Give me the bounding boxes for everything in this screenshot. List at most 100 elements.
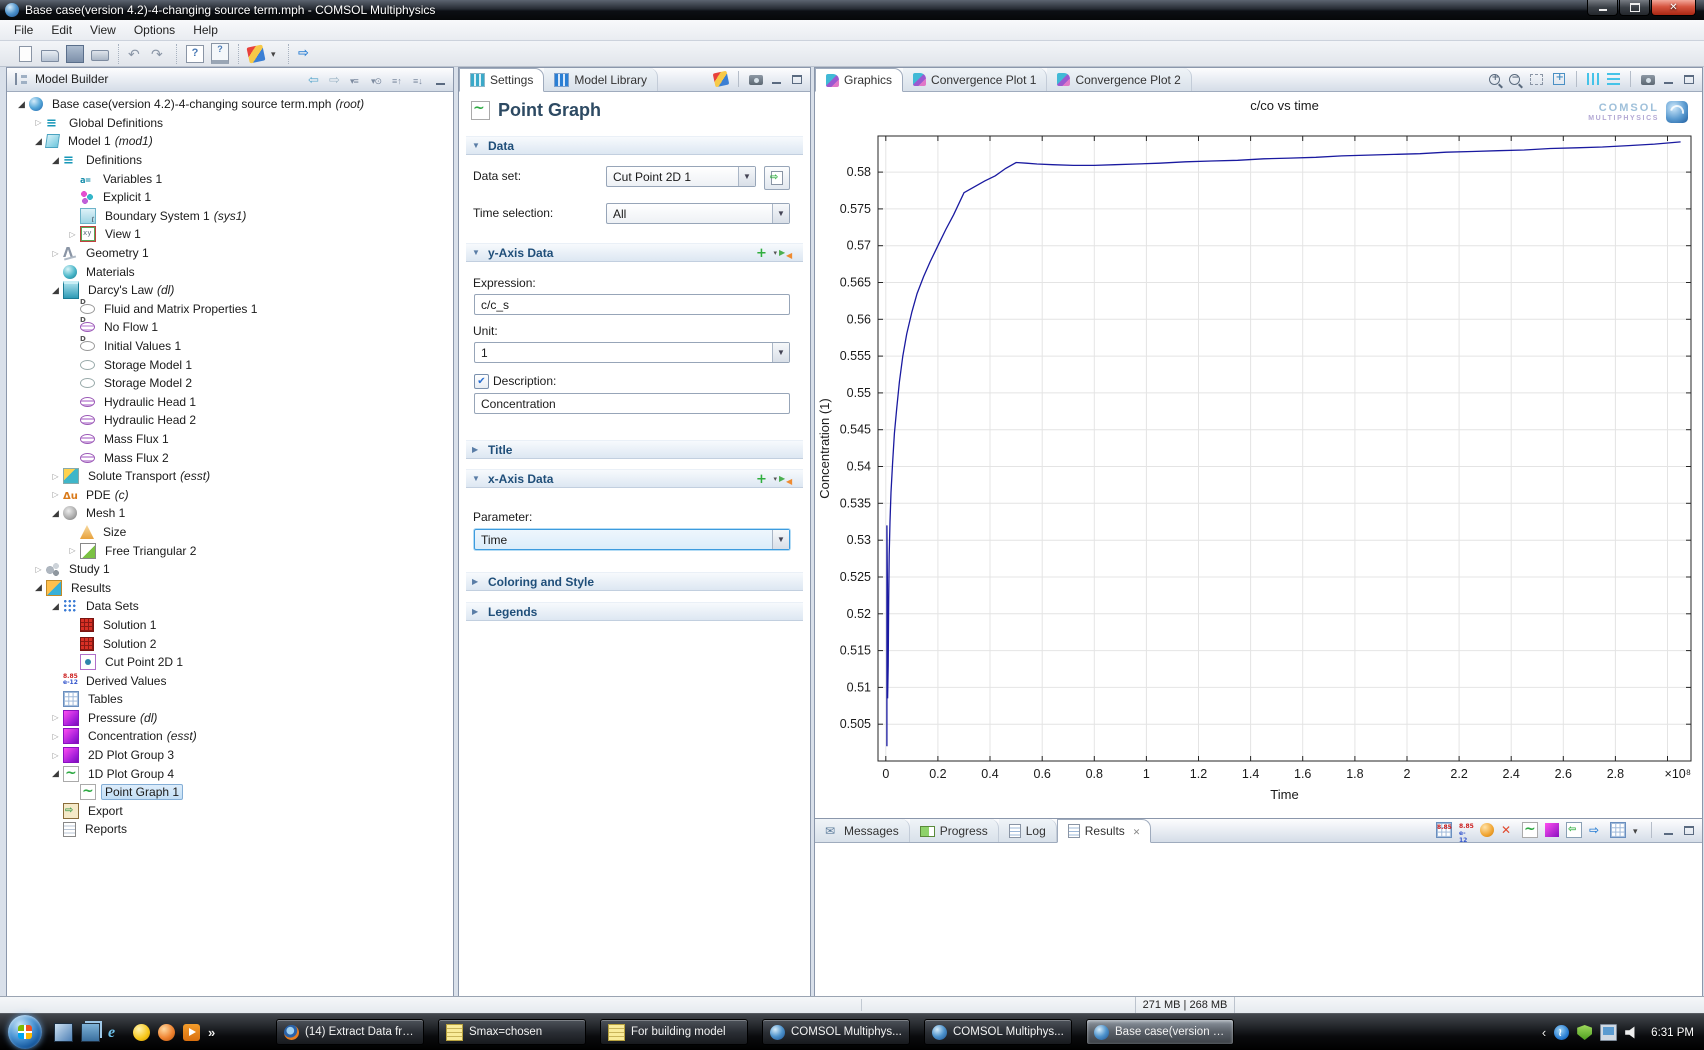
close-button[interactable] — [1651, 0, 1696, 16]
section-x-axis[interactable]: ▼ x-Axis Data — [466, 469, 803, 488]
tree-row[interactable]: Cut Point 2D 1 — [7, 653, 453, 672]
model-builder-tab[interactable]: Model Builder — [7, 67, 120, 91]
add-expression-icon[interactable] — [756, 472, 770, 486]
show-desktop-icon[interactable] — [54, 1023, 73, 1042]
expanded-expander-icon[interactable]: ◢ — [49, 508, 62, 519]
back-icon[interactable] — [308, 73, 322, 87]
clear-icon[interactable] — [1501, 823, 1515, 837]
tree-row[interactable]: ◢Model 1(mod1) — [7, 132, 453, 151]
zoom-extents-icon[interactable] — [1553, 73, 1565, 85]
tree-row[interactable]: Reports — [7, 820, 453, 839]
print-icon[interactable] — [91, 50, 109, 61]
media-player-icon[interactable] — [183, 1024, 200, 1041]
tree-row[interactable]: ▷Geometry 1 — [7, 244, 453, 263]
warning-icon[interactable] — [1480, 823, 1494, 837]
chevron-down-icon[interactable]: ▼ — [772, 343, 789, 362]
expanded-expander-icon[interactable]: ◢ — [49, 285, 62, 296]
expand-all-icon[interactable] — [392, 73, 406, 87]
open-icon[interactable] — [41, 50, 59, 62]
collapsed-expander-icon[interactable]: ▷ — [32, 118, 45, 127]
tree-row[interactable]: ▷Solute Transport(esst) — [7, 467, 453, 486]
tree-row[interactable]: Mass Flux 2 — [7, 448, 453, 467]
taskbar-button[interactable]: For building model — [600, 1019, 748, 1045]
tree-row[interactable]: Mass Flux 1 — [7, 430, 453, 449]
tree-row[interactable]: Solution 2 — [7, 634, 453, 653]
tree-row[interactable]: ▷Free Triangular 2 — [7, 541, 453, 560]
tab-convergence-plot-2[interactable]: Convergence Plot 2 — [1047, 68, 1191, 91]
expanded-expander-icon[interactable]: ◢ — [32, 582, 45, 593]
menu-edit[interactable]: Edit — [42, 21, 81, 39]
description-checkbox[interactable] — [474, 374, 489, 389]
taskbar-button[interactable]: (14) Extract Data fro... — [276, 1019, 424, 1045]
tree-row[interactable]: Fluid and Matrix Properties 1 — [7, 300, 453, 319]
collapsed-expander-icon[interactable]: ▷ — [49, 249, 62, 258]
tree-row[interactable]: ◢Definitions — [7, 151, 453, 170]
plot-curve-icon[interactable] — [1522, 822, 1538, 838]
tree-row[interactable]: ▷Pressure(dl) — [7, 709, 453, 728]
plot-surface-icon[interactable] — [1545, 823, 1559, 837]
overflow-chevron-icon[interactable]: » — [208, 1025, 215, 1040]
snapshot-icon[interactable] — [749, 75, 763, 85]
tab-settings[interactable]: Settings — [459, 68, 544, 92]
tree-row[interactable]: Initial Values 1 — [7, 337, 453, 356]
add-expression-icon[interactable] — [756, 246, 770, 260]
section-coloring[interactable]: ▶ Coloring and Style — [466, 572, 803, 591]
browser-ball-icon[interactable] — [158, 1024, 175, 1041]
chevron-down-icon[interactable]: ▼ — [772, 530, 789, 549]
tree-row[interactable]: ◢Data Sets — [7, 597, 453, 616]
table-grid-icon[interactable] — [1610, 822, 1626, 838]
tree-row[interactable]: ◢Results — [7, 578, 453, 597]
minimize-button[interactable] — [1587, 0, 1618, 16]
tree-row[interactable]: ▷Global Definitions — [7, 114, 453, 133]
new-icon[interactable] — [19, 46, 32, 62]
minimize-panel-icon[interactable] — [772, 74, 781, 84]
collapsed-expander-icon[interactable]: ▷ — [49, 713, 62, 722]
collapsed-expander-icon[interactable]: ▷ — [49, 732, 62, 741]
tree-row[interactable]: ◢Darcy's Law(dl) — [7, 281, 453, 300]
tree-row[interactable]: Hydraulic Head 2 — [7, 411, 453, 430]
tab-messages[interactable]: Messages — [815, 819, 910, 842]
expression-input[interactable]: c/c_s — [474, 294, 790, 315]
show-hide-icon[interactable] — [371, 73, 385, 87]
replace-expression-icon[interactable] — [779, 246, 797, 260]
zoom-in-icon[interactable] — [1489, 74, 1500, 85]
chevron-down-icon[interactable]: ▼ — [772, 204, 789, 223]
snapshot-icon[interactable] — [1641, 75, 1655, 85]
collapsed-expander-icon[interactable]: ▷ — [32, 565, 45, 574]
collapsed-expander-icon[interactable]: ▷ — [49, 472, 62, 481]
tree-row[interactable]: Derived Values — [7, 671, 453, 690]
export-left-icon[interactable] — [1566, 822, 1582, 838]
model-export-icon[interactable] — [298, 46, 314, 62]
tree-row[interactable]: ◢1D Plot Group 4 — [7, 764, 453, 783]
brush-icon[interactable] — [247, 44, 266, 63]
save-icon[interactable] — [66, 45, 84, 63]
tree-row[interactable]: Export — [7, 802, 453, 821]
tree-row[interactable]: Explicit 1 — [7, 188, 453, 207]
menu-help[interactable]: Help — [184, 21, 227, 39]
undo-icon[interactable] — [128, 46, 144, 62]
expanded-expander-icon[interactable]: ◢ — [32, 136, 45, 147]
zoom-box-icon[interactable] — [1530, 74, 1543, 85]
tree-row[interactable]: ▷Concentration(esst) — [7, 727, 453, 746]
tab-graphics[interactable]: Graphics — [815, 68, 903, 92]
maximize-panel-icon[interactable] — [792, 75, 802, 84]
minimize-panel-icon[interactable] — [1664, 825, 1673, 835]
export-right-icon[interactable] — [1589, 823, 1603, 837]
redo-icon[interactable] — [151, 46, 167, 62]
tray-chevron-icon[interactable]: ‹ — [1542, 1025, 1546, 1040]
volume-mixer-icon[interactable] — [1554, 1025, 1569, 1040]
collapsed-expander-icon[interactable]: ▷ — [66, 546, 79, 555]
graphics-canvas[interactable]: 00.20.40.60.811.21.41.61.822.22.42.62.80… — [815, 92, 1702, 819]
messenger-icon[interactable] — [133, 1024, 150, 1041]
collapsed-expander-icon[interactable]: ▷ — [49, 490, 62, 499]
network-icon[interactable] — [1600, 1024, 1617, 1041]
expanded-expander-icon[interactable]: ◢ — [49, 768, 62, 779]
evaluate-number-icon[interactable] — [1459, 823, 1473, 837]
expanded-expander-icon[interactable]: ◢ — [49, 155, 62, 166]
taskbar-button[interactable]: Smax=chosen — [438, 1019, 586, 1045]
tab-log[interactable]: Log — [999, 819, 1057, 842]
expanded-expander-icon[interactable]: ◢ — [15, 99, 28, 110]
tree-row[interactable]: ◢Mesh 1 — [7, 504, 453, 523]
maximize-panel-icon[interactable] — [1684, 75, 1694, 84]
ie-icon[interactable] — [108, 1024, 125, 1041]
